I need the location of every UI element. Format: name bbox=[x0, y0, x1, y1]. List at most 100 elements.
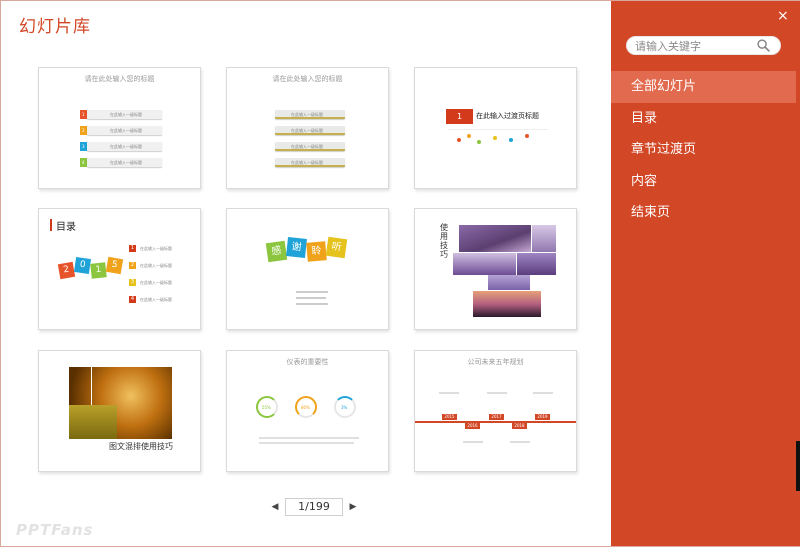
next-page-button[interactable]: ▶ bbox=[347, 500, 359, 514]
lavender-photo bbox=[459, 225, 531, 252]
dot bbox=[477, 140, 481, 144]
gauge-value: 55% bbox=[262, 405, 271, 410]
dot bbox=[457, 138, 461, 142]
year-digit: 1 bbox=[90, 262, 107, 279]
row-text: 在此输入一级标题 bbox=[110, 128, 142, 133]
close-icon[interactable]: × bbox=[777, 8, 789, 24]
dot bbox=[509, 138, 513, 142]
text-line bbox=[510, 441, 530, 443]
dot bbox=[525, 134, 529, 138]
slide-title: 请在此处输入您的标题 bbox=[84, 75, 155, 83]
slide-thumbnail-1[interactable]: 请在此处输入您的标题 在此输入一级标题 在此输入一级标题 在此输入一级标题 在此… bbox=[38, 67, 201, 189]
slide-thumbnail-5[interactable]: 感 谢 聆 听 bbox=[226, 208, 389, 330]
row-text: 在此输入一级标题 bbox=[291, 128, 323, 133]
divider bbox=[448, 129, 548, 130]
year-digit: 5 bbox=[105, 256, 124, 275]
year-digit: 2 bbox=[57, 261, 76, 280]
slide-title: 公司未来五年规划 bbox=[467, 358, 524, 366]
timeline-line bbox=[415, 421, 576, 423]
row-number: 2 bbox=[129, 262, 136, 269]
row-text: 在此输入一级标题 bbox=[140, 246, 172, 251]
contact-line bbox=[296, 297, 326, 299]
timeline-year: 2016 bbox=[465, 423, 480, 429]
slide-grid: 请在此处输入您的标题 在此输入一级标题 在此输入一级标题 在此输入一级标题 在此… bbox=[38, 67, 578, 472]
pagination: ◀ 1/199 ▶ bbox=[269, 498, 359, 516]
page-indicator[interactable]: 1/199 bbox=[285, 498, 343, 516]
slide-title: 请在此处输入您的标题 bbox=[272, 75, 343, 83]
row-number: 1 bbox=[129, 245, 136, 252]
slide-thumbnail-4[interactable]: 目录 2 0 1 5 1 在此输入一级标题 2 在此输入一级标题 3 在此输入一… bbox=[38, 208, 201, 330]
row-text: 在此输入一级标题 bbox=[140, 280, 172, 285]
row-number: 4 bbox=[129, 296, 136, 303]
timeline-year: 2015 bbox=[442, 414, 457, 420]
slide-thumbnail-9[interactable]: 公司未来五年规划 2015 2016 2017 2018 2019 bbox=[414, 350, 577, 472]
main-panel: 幻灯片库 请在此处输入您的标题 在此输入一级标题 在此输入一级标题 在此输入一级… bbox=[1, 1, 611, 546]
nav-item-contents[interactable]: 目录 bbox=[611, 103, 796, 135]
lavender-photo bbox=[532, 225, 556, 252]
prev-page-button[interactable]: ◀ bbox=[269, 500, 281, 514]
nav-item-ending[interactable]: 结束页 bbox=[611, 197, 796, 229]
thanks-char: 谢 bbox=[286, 237, 307, 258]
category-nav: 全部幻灯片 目录 章节过渡页 内容 结束页 bbox=[611, 71, 796, 229]
year-digit: 0 bbox=[74, 257, 91, 274]
slide-thumbnail-8[interactable]: 仪表的重要性 55% 80% 3% bbox=[226, 350, 389, 472]
thanks-char: 聆 bbox=[306, 241, 327, 262]
row-text: 在此输入一级标题 bbox=[291, 144, 323, 149]
nav-item-section-transition[interactable]: 章节过渡页 bbox=[611, 134, 796, 166]
photo-divider bbox=[91, 367, 92, 405]
slide-thumbnail-6[interactable]: 使用技巧 bbox=[414, 208, 577, 330]
background-fragment bbox=[796, 441, 800, 491]
sky-photo bbox=[488, 275, 530, 290]
window-title: 幻灯片库 bbox=[19, 17, 91, 37]
honey-photo-tile bbox=[69, 405, 117, 439]
vertical-heading: 使用技巧 bbox=[440, 223, 448, 259]
tree-sunset-photo bbox=[473, 291, 541, 317]
row-number: 2 bbox=[82, 128, 85, 133]
row-text: 在此输入一级标题 bbox=[291, 160, 323, 165]
slide-heading: 图文混排使用技巧 bbox=[109, 442, 173, 451]
slide-library-window: 幻灯片库 请在此处输入您的标题 在此输入一级标题 在此输入一级标题 在此输入一级… bbox=[0, 0, 800, 547]
lavender-photo bbox=[453, 253, 516, 275]
row-text: 在此输入一级标题 bbox=[291, 112, 323, 117]
contact-line bbox=[296, 303, 328, 305]
row-number: 3 bbox=[82, 144, 85, 149]
text-line bbox=[463, 441, 483, 443]
row-text: 在此输入一级标题 bbox=[110, 144, 142, 149]
gauge-value: 3% bbox=[341, 405, 348, 410]
row-number: 1 bbox=[82, 112, 85, 117]
slide-thumbnail-2[interactable]: 请在此处输入您的标题 在此输入一级标题 在此输入一级标题 在此输入一级标题 在此… bbox=[226, 67, 389, 189]
slide-thumbnail-3[interactable]: 1 在此输入过渡页标题 bbox=[414, 67, 577, 189]
heading-marker bbox=[50, 219, 52, 231]
row-text: 在此输入一级标题 bbox=[140, 297, 172, 302]
slide-title: 仪表的重要性 bbox=[286, 358, 329, 366]
dot bbox=[493, 136, 497, 140]
text-line bbox=[259, 437, 359, 439]
search-input[interactable] bbox=[635, 39, 755, 53]
timeline-year: 2019 bbox=[535, 414, 550, 420]
row-number: 3 bbox=[129, 279, 136, 286]
thanks-char: 听 bbox=[325, 236, 348, 259]
text-line bbox=[439, 392, 459, 394]
text-line bbox=[533, 392, 553, 394]
section-heading: 在此输入过渡页标题 bbox=[476, 112, 539, 120]
timeline-year: 2017 bbox=[489, 414, 504, 420]
nav-item-content[interactable]: 内容 bbox=[611, 166, 796, 198]
row-text: 在此输入一级标题 bbox=[140, 263, 172, 268]
contact-line bbox=[296, 291, 328, 293]
section-number: 1 bbox=[446, 109, 473, 124]
lavender-photo bbox=[517, 253, 556, 275]
slide-heading: 目录 bbox=[56, 222, 76, 233]
search-box bbox=[626, 36, 781, 55]
nav-item-all-slides[interactable]: 全部幻灯片 bbox=[611, 71, 796, 103]
dot bbox=[467, 134, 471, 138]
brand-logo: PPTFans bbox=[16, 521, 94, 539]
row-text: 在此输入一级标题 bbox=[110, 160, 142, 165]
search-icon[interactable] bbox=[757, 39, 770, 52]
text-line bbox=[487, 392, 507, 394]
thanks-char: 感 bbox=[265, 240, 288, 263]
row-number: 4 bbox=[82, 160, 85, 165]
timeline-year: 2018 bbox=[512, 423, 527, 429]
gauge-value: 80% bbox=[301, 405, 310, 410]
text-line bbox=[259, 442, 354, 444]
slide-thumbnail-7[interactable]: 图文混排使用技巧 bbox=[38, 350, 201, 472]
